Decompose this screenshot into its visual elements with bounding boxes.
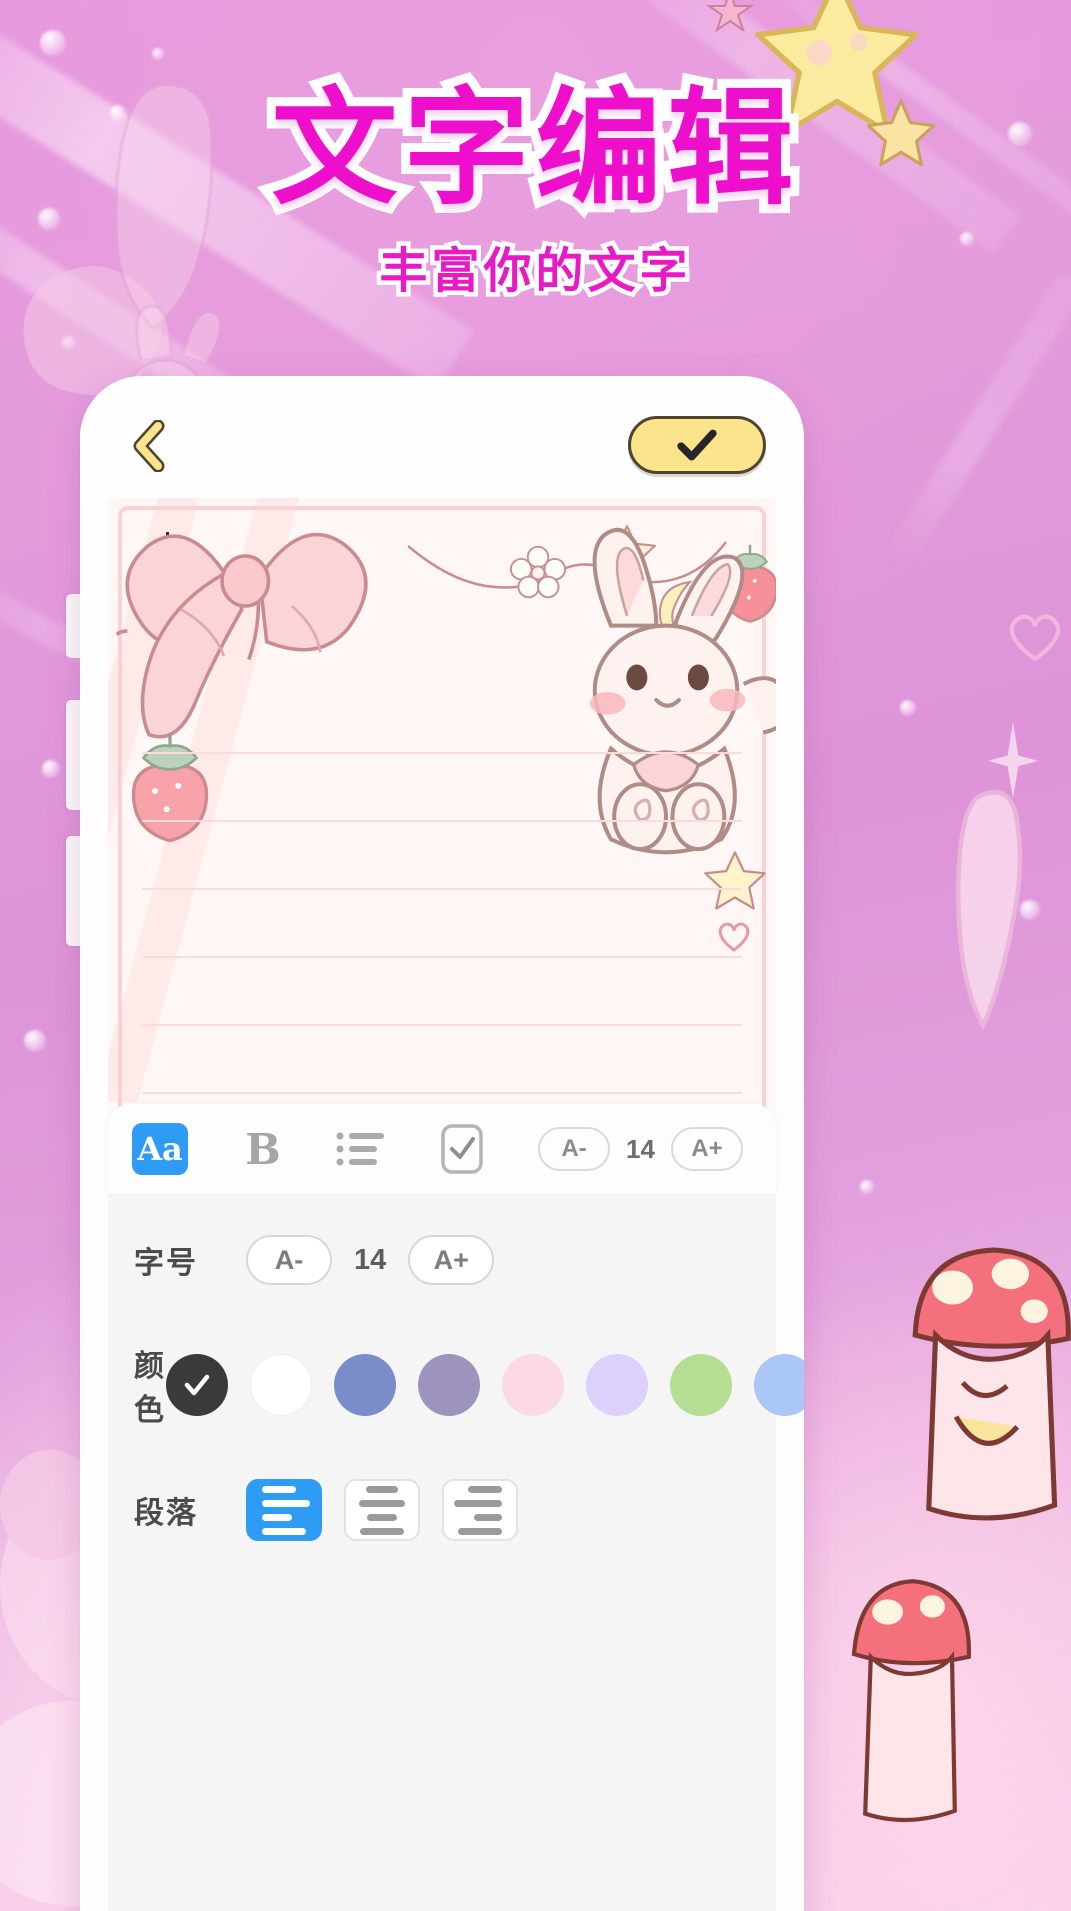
- paper-rule: [142, 1092, 742, 1094]
- bullet-list-button[interactable]: [336, 1129, 384, 1169]
- bunny-icon: [589, 527, 776, 855]
- check-icon: [184, 1374, 210, 1396]
- font-icon: Aa: [137, 1130, 183, 1168]
- font-style-button[interactable]: Aa: [132, 1123, 188, 1175]
- decrease-font-button[interactable]: A-: [538, 1127, 610, 1171]
- note-paper-top[interactable]: [108, 498, 776, 1108]
- bokeh-dot: [24, 1030, 46, 1052]
- color-row: 颜色: [108, 1325, 804, 1445]
- bokeh-dot: [900, 700, 916, 716]
- heart-icon: [1009, 614, 1061, 662]
- star-icon: [704, 851, 766, 910]
- paper-rule: [142, 956, 742, 958]
- increase-font-label: A+: [691, 1135, 723, 1162]
- bold-icon: B: [245, 1124, 281, 1174]
- paragraph-label: 段落: [134, 1496, 198, 1531]
- bokeh-dot: [860, 1180, 874, 1194]
- align-left-icon: [262, 1527, 306, 1535]
- checklist-button[interactable]: [440, 1123, 484, 1175]
- align-left-icon: [262, 1485, 296, 1493]
- color-label: 颜色: [134, 1349, 166, 1428]
- color-swatch-mauve[interactable]: [418, 1354, 480, 1416]
- paper-rule: [142, 820, 742, 822]
- bokeh-dot: [42, 760, 60, 778]
- align-left-icon: [262, 1499, 310, 1507]
- confirm-button[interactable]: [628, 416, 766, 474]
- color-swatch-pink[interactable]: [502, 1354, 564, 1416]
- color-swatch-blue[interactable]: [754, 1354, 804, 1416]
- app-header: [80, 376, 804, 498]
- color-swatch-indigo[interactable]: [334, 1354, 396, 1416]
- mushroom-icon: [851, 1579, 971, 1822]
- mushroom-icon: [912, 1247, 1071, 1521]
- size-value: 14: [354, 1243, 387, 1276]
- checkbox-icon: [441, 1124, 483, 1174]
- font-size-value: 14: [626, 1133, 655, 1164]
- bow-icon: [116, 532, 368, 739]
- check-icon: [677, 429, 717, 461]
- bokeh-dot: [40, 30, 66, 56]
- phone-mockup: Aa B A- 14 A+ 字号 A- 14 A+ 颜色 段落: [80, 376, 804, 1911]
- bold-button[interactable]: B: [242, 1125, 284, 1174]
- color-swatch-green[interactable]: [670, 1354, 732, 1416]
- page-title: 文字编辑: [263, 69, 803, 228]
- align-right-button[interactable]: [442, 1479, 518, 1541]
- paper-rule: [142, 888, 742, 890]
- font-size-label: 字号: [134, 1246, 198, 1281]
- format-options-panel: 字号 A- 14 A+ 颜色 段落: [108, 1194, 804, 1911]
- color-swatch-lavender[interactable]: [586, 1354, 648, 1416]
- heart-icon: [718, 922, 750, 952]
- align-right-icon: [454, 1499, 502, 1507]
- bokeh-dot: [152, 48, 164, 60]
- align-center-icon: [367, 1513, 397, 1521]
- candy-icon: [956, 790, 1023, 1031]
- align-center-button[interactable]: [344, 1479, 420, 1541]
- size-decrease-label: A-: [274, 1244, 304, 1275]
- align-left-icon: [262, 1513, 292, 1521]
- align-right-icon: [468, 1485, 502, 1493]
- align-center-icon: [359, 1499, 405, 1507]
- color-swatch-black[interactable]: [166, 1354, 228, 1416]
- size-decrease-button[interactable]: A-: [246, 1235, 332, 1285]
- size-increase-label: A+: [433, 1244, 469, 1275]
- promo-title-block: 文字编辑 丰富你的文字: [0, 69, 1071, 304]
- align-center-icon: [366, 1485, 398, 1493]
- strawberry-icon: [131, 732, 209, 843]
- back-button[interactable]: [128, 419, 168, 473]
- font-size-row: 字号 A- 14 A+: [108, 1195, 776, 1325]
- align-center-icon: [360, 1527, 404, 1535]
- paper-rule: [142, 752, 742, 754]
- light-streak: [880, 271, 1071, 576]
- increase-font-button[interactable]: A+: [670, 1127, 743, 1171]
- paper-rule: [142, 1024, 742, 1026]
- format-toolbar: Aa B A- 14 A+: [108, 1104, 776, 1194]
- paragraph-row: 段落: [108, 1445, 776, 1575]
- flower-icon: [705, 0, 755, 33]
- align-right-icon: [474, 1513, 502, 1521]
- color-swatch-white[interactable]: [250, 1354, 312, 1416]
- align-left-button[interactable]: [246, 1479, 322, 1541]
- decrease-font-label: A-: [561, 1135, 587, 1162]
- align-right-icon: [458, 1527, 502, 1535]
- bullet-list-icon: [336, 1132, 384, 1166]
- chevron-left-icon: [133, 419, 165, 473]
- text-editor-panel: Aa B A- 14 A+ 字号 A- 14 A+ 颜色 段落: [108, 1104, 804, 1911]
- size-increase-button[interactable]: A+: [408, 1235, 495, 1285]
- page-subtitle: 丰富你的文字: [375, 239, 692, 304]
